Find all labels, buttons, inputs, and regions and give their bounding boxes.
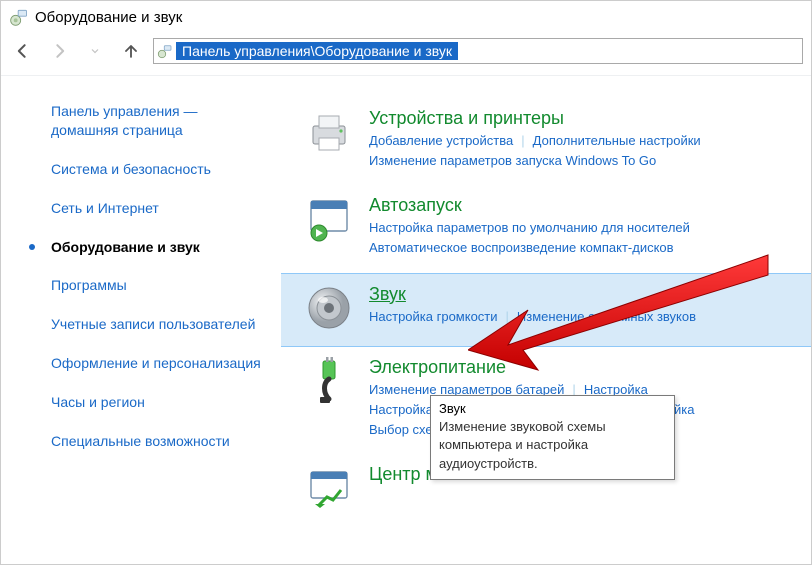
sidebar-item-programs[interactable]: Программы — [51, 276, 261, 295]
category-sound[interactable]: Звук — [369, 284, 803, 305]
tooltip-title: Звук — [439, 400, 666, 418]
tooltip: Звук Изменение звуковой схемы компьютера… — [430, 395, 675, 480]
up-button[interactable] — [117, 37, 145, 65]
power-icon — [305, 357, 353, 405]
speaker-icon — [305, 284, 353, 332]
link-advanced-settings[interactable]: Дополнительные настройки — [533, 133, 701, 148]
sidebar: Панель управления — домашняя страница Си… — [1, 84, 281, 526]
sidebar-item-network[interactable]: Сеть и Интернет — [51, 199, 261, 218]
link-system-sounds[interactable]: Изменение системных звуков — [517, 309, 696, 324]
printer-icon — [305, 108, 353, 156]
sidebar-item-home[interactable]: Панель управления — домашняя страница — [51, 102, 261, 140]
link-volume[interactable]: Настройка громкости — [369, 309, 498, 324]
sidebar-item-system-security[interactable]: Система и безопасность — [51, 160, 261, 179]
back-button[interactable] — [9, 37, 37, 65]
tooltip-body: Изменение звуковой схемы компьютера и на… — [439, 418, 666, 473]
link-default-media[interactable]: Настройка параметров по умолчанию для но… — [369, 220, 690, 235]
category-devices-printers[interactable]: Устройства и принтеры — [369, 108, 803, 129]
category-autoplay[interactable]: Автозапуск — [369, 195, 803, 216]
address-bar[interactable]: Панель управления\Оборудование и звук — [153, 38, 803, 64]
hardware-sound-icon — [9, 7, 29, 27]
forward-button[interactable] — [45, 37, 73, 65]
autoplay-icon — [305, 195, 353, 243]
sidebar-item-ease-of-access[interactable]: Специальные возможности — [51, 432, 261, 451]
mobility-icon — [305, 464, 353, 512]
control-panel-icon — [156, 42, 174, 60]
sidebar-item-hardware-sound[interactable]: Оборудование и звук — [51, 238, 261, 257]
recent-dropdown[interactable] — [81, 37, 109, 65]
sidebar-item-appearance[interactable]: Оформление и персонализация — [51, 354, 261, 373]
link-auto-cd[interactable]: Автоматическое воспроизведение компакт-д… — [369, 240, 674, 255]
link-windows-togo[interactable]: Изменение параметров запуска Windows To … — [369, 153, 656, 168]
window-title: Оборудование и звук — [35, 9, 182, 26]
link-add-device[interactable]: Добавление устройства — [369, 133, 513, 148]
category-power[interactable]: Электропитание — [369, 357, 803, 378]
address-path[interactable]: Панель управления\Оборудование и звук — [176, 42, 458, 60]
sidebar-item-user-accounts[interactable]: Учетные записи пользователей — [51, 315, 261, 334]
sidebar-item-clock-region[interactable]: Часы и регион — [51, 393, 261, 412]
